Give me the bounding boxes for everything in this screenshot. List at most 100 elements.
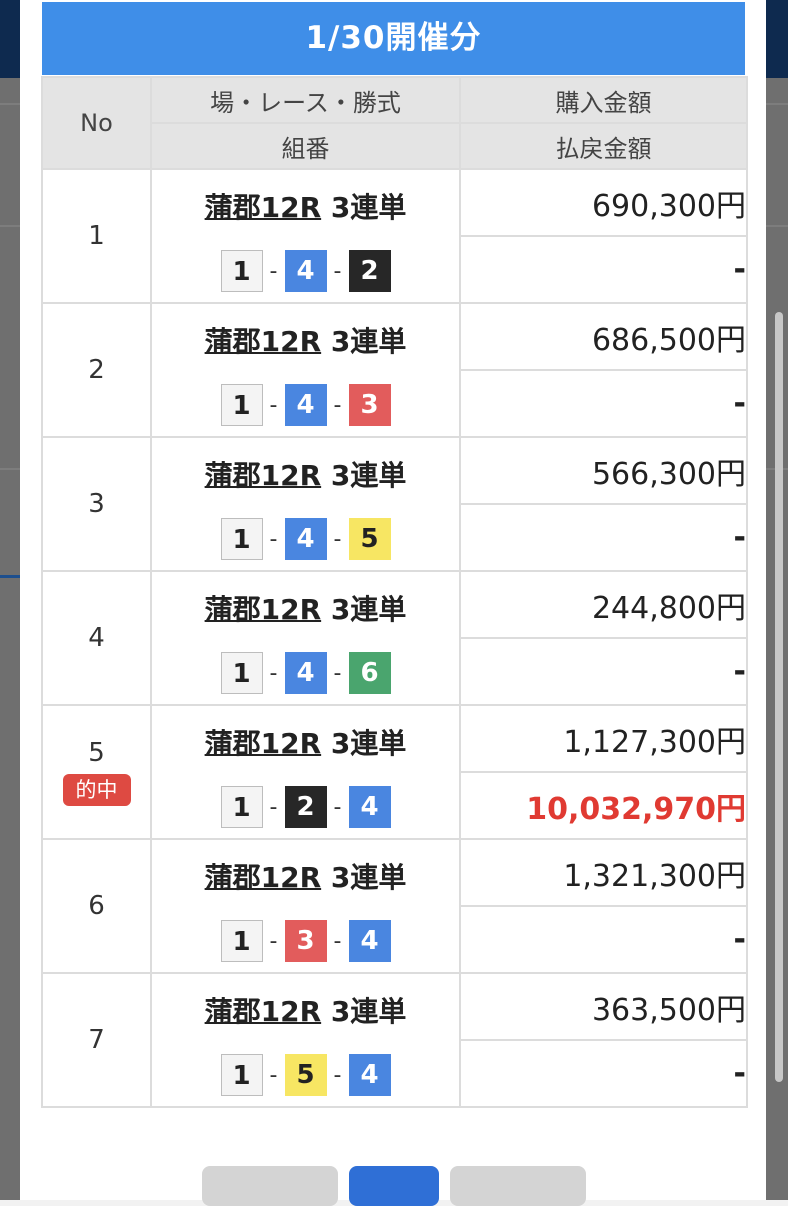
boat-number-badge: 2 — [348, 250, 391, 292]
boat-number-badge: 3 — [284, 920, 327, 962]
combo-separator: - — [333, 660, 342, 686]
bet-type: 3連単 — [330, 861, 407, 894]
row-number-cell: 6 — [41, 838, 152, 974]
race-cell: 蒲郡12R 3連単 1-5-4 — [150, 972, 461, 1108]
bet-type: 3連単 — [330, 325, 407, 358]
race-cell: 蒲郡12R 3連単 1-4-3 — [150, 302, 461, 438]
boat-number-badge: 1 — [220, 1054, 263, 1096]
boat-number-badge: 3 — [348, 384, 391, 426]
bet-type: 3連単 — [330, 995, 407, 1028]
payout-amount: - — [459, 905, 748, 974]
race-venue[interactable]: 蒲郡12R — [205, 459, 322, 492]
results-body: 1 蒲郡12R 3連単 1-4-2 690,300円 -2 蒲郡12R 3連単 1-4-3 6… — [41, 168, 748, 1108]
row-number-cell: 7 — [41, 972, 152, 1108]
boat-number-badge: 4 — [284, 518, 327, 560]
prev-page-button[interactable] — [202, 1166, 338, 1206]
combo-separator: - — [269, 526, 278, 552]
boat-number-badge: 4 — [348, 786, 391, 828]
boat-number-badge: 4 — [284, 652, 327, 694]
payout-amount: - — [459, 235, 748, 304]
scrollbar[interactable] — [775, 312, 783, 1082]
combo-separator: - — [333, 928, 342, 954]
race-venue[interactable]: 蒲郡12R — [205, 995, 322, 1028]
row-number-cell: 3 — [41, 436, 152, 572]
combo-separator: - — [269, 258, 278, 284]
combo-separator: - — [269, 794, 278, 820]
race-link[interactable]: 蒲郡12R 3連単 — [152, 186, 459, 226]
combination: 1-4-2 — [152, 250, 459, 296]
combo-separator: - — [269, 392, 278, 418]
boat-number-badge: 4 — [284, 250, 327, 292]
race-link[interactable]: 蒲郡12R 3連単 — [152, 990, 459, 1030]
race-cell: 蒲郡12R 3連単 1-4-5 — [150, 436, 461, 572]
boat-number-badge: 1 — [220, 652, 263, 694]
payout-amount: - — [459, 637, 748, 706]
table-row: 5 的中 蒲郡12R 3連単 1-2-4 1,127,300円 — [41, 704, 748, 840]
row-number: 3 — [88, 489, 105, 519]
row-number: 1 — [88, 221, 105, 251]
payout-amount: - — [459, 1039, 748, 1108]
results-table: No 場・レース・勝式 購入金額 組番 払戻金額 1 蒲郡12R 3連単 1-4-2… — [41, 76, 748, 1108]
race-cell: 蒲郡12R 3連単 1-3-4 — [150, 838, 461, 974]
race-cell: 蒲郡12R 3連単 1-4-6 — [150, 570, 461, 706]
combo-separator: - — [333, 392, 342, 418]
boat-number-badge: 4 — [348, 920, 391, 962]
race-venue[interactable]: 蒲郡12R — [205, 593, 322, 626]
combo-separator: - — [269, 660, 278, 686]
boat-number-badge: 2 — [284, 786, 327, 828]
combination: 1-4-3 — [152, 384, 459, 430]
header-purchase: 購入金額 — [459, 76, 748, 124]
table-row: 1 蒲郡12R 3連単 1-4-2 690,300円 — [41, 168, 748, 304]
race-link[interactable]: 蒲郡12R 3連単 — [152, 454, 459, 494]
combination: 1-5-4 — [152, 1054, 459, 1100]
row-number: 4 — [88, 623, 105, 653]
race-venue[interactable]: 蒲郡12R — [205, 325, 322, 358]
row-number-cell: 4 — [41, 570, 152, 706]
combo-separator: - — [333, 526, 342, 552]
purchase-amount: 690,300円 — [459, 168, 748, 237]
combo-separator: - — [269, 1062, 278, 1088]
boat-number-badge: 4 — [284, 384, 327, 426]
row-number: 5 — [88, 738, 105, 768]
current-page-button[interactable] — [349, 1166, 439, 1206]
header-payout: 払戻金額 — [459, 122, 748, 170]
combination: 1-3-4 — [152, 920, 459, 966]
table-row: 4 蒲郡12R 3連単 1-4-6 244,800円 — [41, 570, 748, 706]
bet-type: 3連単 — [330, 191, 407, 224]
modal-title: 1/30開催分 — [42, 2, 745, 75]
race-venue[interactable]: 蒲郡12R — [205, 727, 322, 760]
purchase-amount: 363,500円 — [459, 972, 748, 1041]
boat-number-badge: 1 — [220, 786, 263, 828]
bet-type: 3連単 — [330, 727, 407, 760]
purchase-amount: 686,500円 — [459, 302, 748, 371]
race-link[interactable]: 蒲郡12R 3連単 — [152, 856, 459, 896]
table-row: 7 蒲郡12R 3連単 1-5-4 363,500円 — [41, 972, 748, 1108]
combo-separator: - — [333, 1062, 342, 1088]
race-link[interactable]: 蒲郡12R 3連単 — [152, 722, 459, 762]
combo-separator: - — [333, 794, 342, 820]
header-no: No — [41, 76, 152, 170]
boat-number-badge: 1 — [220, 250, 263, 292]
combo-separator: - — [269, 928, 278, 954]
bet-type: 3連単 — [330, 593, 407, 626]
header-combination: 組番 — [150, 122, 461, 170]
row-number: 2 — [88, 355, 105, 385]
combination: 1-4-5 — [152, 518, 459, 564]
race-venue[interactable]: 蒲郡12R — [205, 191, 322, 224]
race-link[interactable]: 蒲郡12R 3連単 — [152, 588, 459, 628]
table-row: 2 蒲郡12R 3連単 1-4-3 686,500円 — [41, 302, 748, 438]
boat-number-badge: 5 — [348, 518, 391, 560]
row-number: 6 — [88, 891, 105, 921]
boat-number-badge: 1 — [220, 384, 263, 426]
payout-amount: - — [459, 503, 748, 572]
next-page-button[interactable] — [450, 1166, 586, 1206]
table-row: 6 蒲郡12R 3連単 1-3-4 1,321,300円 — [41, 838, 748, 974]
boat-number-badge: 6 — [348, 652, 391, 694]
race-link[interactable]: 蒲郡12R 3連単 — [152, 320, 459, 360]
row-number-cell: 1 — [41, 168, 152, 304]
race-venue[interactable]: 蒲郡12R — [205, 861, 322, 894]
purchase-amount: 1,127,300円 — [459, 704, 748, 773]
race-cell: 蒲郡12R 3連単 1-2-4 — [150, 704, 461, 840]
payout-amount: 10,032,970円 — [459, 771, 748, 840]
boat-number-badge: 1 — [220, 518, 263, 560]
